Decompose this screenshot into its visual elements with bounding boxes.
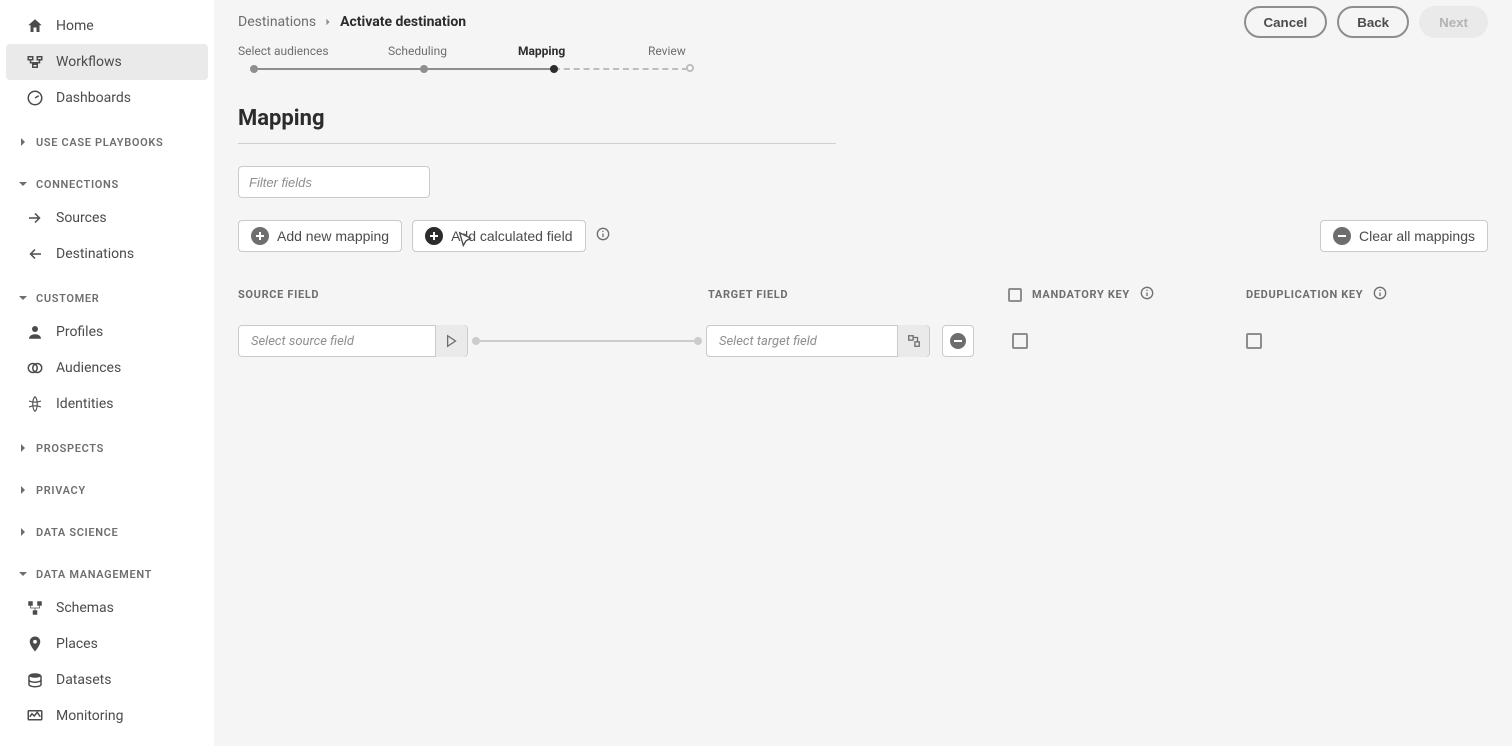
nav-label: Dashboards bbox=[56, 90, 131, 106]
workflow-icon bbox=[26, 53, 44, 71]
chevron-down-icon bbox=[16, 567, 30, 581]
info-icon[interactable] bbox=[596, 227, 610, 245]
nav-schemas[interactable]: Schemas bbox=[0, 590, 214, 626]
nav-workflows[interactable]: Workflows bbox=[6, 44, 208, 80]
section-datascience[interactable]: DATA SCIENCE bbox=[0, 516, 214, 548]
step-select-audiences[interactable]: Select audiences bbox=[238, 44, 388, 58]
deduplication-key-checkbox[interactable] bbox=[1246, 333, 1262, 349]
nav-profiles[interactable]: Profiles bbox=[0, 314, 214, 350]
col-mandatory-key: MANDATORY KEY bbox=[1032, 288, 1130, 301]
col-deduplication-key: DEDUPLICATION KEY bbox=[1246, 288, 1363, 301]
divider bbox=[238, 143, 836, 144]
add-calculated-field-button[interactable]: Add calculated field bbox=[412, 220, 585, 252]
schema-browse-icon[interactable] bbox=[897, 325, 929, 357]
breadcrumb: Destinations Activate destination bbox=[238, 14, 466, 30]
mapping-columns-header: SOURCE FIELD TARGET FIELD MANDATORY KEY … bbox=[238, 286, 1488, 303]
nav-label: Workflows bbox=[56, 54, 122, 70]
section-datamanagement[interactable]: DATA MANAGEMENT bbox=[0, 558, 214, 590]
section-customer[interactable]: CUSTOMER bbox=[0, 282, 214, 314]
plus-circle-icon bbox=[251, 227, 269, 245]
chevron-down-icon bbox=[16, 177, 30, 191]
step-review: Review bbox=[648, 44, 708, 58]
mapping-connector bbox=[468, 325, 706, 357]
filter-fields-input[interactable] bbox=[238, 166, 430, 198]
home-icon bbox=[26, 17, 44, 35]
chevron-right-icon bbox=[16, 483, 30, 497]
target-field-select[interactable]: Select target field bbox=[706, 325, 930, 357]
select-arrow-icon[interactable] bbox=[435, 325, 467, 357]
info-icon[interactable] bbox=[1140, 286, 1154, 303]
add-new-mapping-button[interactable]: Add new mapping bbox=[238, 220, 402, 252]
sources-icon bbox=[26, 209, 44, 227]
nav-places[interactable]: Places bbox=[0, 626, 214, 662]
cancel-button[interactable]: Cancel bbox=[1244, 6, 1328, 38]
minus-circle-icon bbox=[950, 333, 966, 349]
section-privacy[interactable]: PRIVACY bbox=[0, 474, 214, 506]
breadcrumb-parent[interactable]: Destinations bbox=[238, 14, 316, 30]
sidebar: Home Workflows Dashboards USE CASE PLAYB… bbox=[0, 0, 214, 746]
mandatory-key-checkbox[interactable] bbox=[1012, 333, 1028, 349]
chevron-right-icon bbox=[16, 135, 30, 149]
mapping-row: Select source field Select target field bbox=[238, 325, 1488, 357]
main: Destinations Activate destination Cancel… bbox=[214, 0, 1512, 746]
monitoring-icon bbox=[26, 707, 44, 725]
step-scheduling[interactable]: Scheduling bbox=[388, 44, 518, 58]
clear-all-mappings-button[interactable]: Clear all mappings bbox=[1320, 220, 1488, 252]
section-connections[interactable]: CONNECTIONS bbox=[0, 168, 214, 200]
chevron-right-icon bbox=[16, 525, 30, 539]
chevron-right-icon bbox=[16, 441, 30, 455]
topbar: Destinations Activate destination Cancel… bbox=[214, 0, 1512, 44]
next-button: Next bbox=[1419, 6, 1488, 38]
nav-dashboards[interactable]: Dashboards bbox=[0, 80, 214, 116]
nav-destinations[interactable]: Destinations bbox=[0, 236, 214, 272]
plus-circle-icon bbox=[425, 227, 443, 245]
header-actions: Cancel Back Next bbox=[1244, 6, 1488, 38]
minus-circle-icon bbox=[1333, 227, 1351, 245]
chevron-down-icon bbox=[16, 291, 30, 305]
places-icon bbox=[26, 635, 44, 653]
profile-icon bbox=[26, 323, 44, 341]
mapping-toolbar: Add new mapping Add calculated field Cle… bbox=[238, 220, 1488, 252]
datasets-icon bbox=[26, 671, 44, 689]
back-button[interactable]: Back bbox=[1337, 6, 1409, 38]
breadcrumb-current: Activate destination bbox=[340, 14, 466, 30]
mandatory-key-header-checkbox[interactable] bbox=[1008, 288, 1022, 302]
identities-icon bbox=[26, 395, 44, 413]
nav-audiences[interactable]: Audiences bbox=[0, 350, 214, 386]
chevron-right-icon bbox=[324, 14, 332, 30]
dashboard-icon bbox=[26, 89, 44, 107]
nav-identities[interactable]: Identities bbox=[0, 386, 214, 422]
section-prospects[interactable]: PROSPECTS bbox=[0, 432, 214, 464]
section-playbooks[interactable]: USE CASE PLAYBOOKS bbox=[0, 126, 214, 158]
remove-mapping-button[interactable] bbox=[942, 325, 974, 357]
info-icon[interactable] bbox=[1373, 286, 1387, 303]
source-field-select[interactable]: Select source field bbox=[238, 325, 468, 357]
stepper: Select audiences Scheduling Mapping Revi… bbox=[214, 44, 1512, 86]
page-title: Mapping bbox=[238, 106, 1488, 131]
nav-datasets[interactable]: Datasets bbox=[0, 662, 214, 698]
step-mapping[interactable]: Mapping bbox=[518, 44, 648, 58]
col-target-field: TARGET FIELD bbox=[708, 288, 1008, 301]
col-source-field: SOURCE FIELD bbox=[238, 288, 708, 301]
nav-home[interactable]: Home bbox=[0, 8, 214, 44]
nav-sources[interactable]: Sources bbox=[0, 200, 214, 236]
schemas-icon bbox=[26, 599, 44, 617]
nav-label: Home bbox=[56, 18, 94, 34]
content: Mapping Add new mapping Add calculated f… bbox=[214, 86, 1512, 371]
destinations-icon bbox=[26, 245, 44, 263]
nav-monitoring[interactable]: Monitoring bbox=[0, 698, 214, 734]
audiences-icon bbox=[26, 359, 44, 377]
